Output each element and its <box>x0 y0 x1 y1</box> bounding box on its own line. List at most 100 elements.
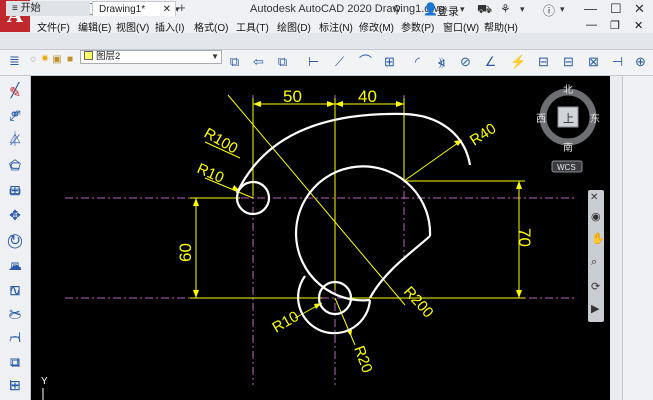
layer-name: 图层2 <box>96 51 121 62</box>
menu-tools[interactable]: 工具(T) <box>236 19 269 34</box>
tab-close-icon[interactable]: ✕ <box>163 2 171 17</box>
viewcube-top-label: 上 <box>563 112 574 125</box>
zoom-extents-icon[interactable]: ⌕ <box>591 256 597 269</box>
menu-modify[interactable]: 修改(M) <box>359 19 394 34</box>
rotate-icon[interactable]: ↻ <box>4 230 26 250</box>
dim-text-r20: R20 <box>350 344 375 376</box>
make-current-layer-icon[interactable]: ⧉ <box>226 53 243 70</box>
arc-r200 <box>369 235 431 299</box>
color-square-icon[interactable]: ■ <box>64 51 76 68</box>
login-dropdown-icon[interactable]: ▾ <box>460 4 465 15</box>
dimension-break-icon[interactable]: ⊣ <box>609 53 626 70</box>
copy-icon[interactable]: ⚭ <box>4 104 26 124</box>
viewcube-east[interactable]: 东 <box>590 112 600 125</box>
tab-drawing1[interactable]: Drawing1* ✕ <box>92 1 176 16</box>
menu-help[interactable]: 帮助(H) <box>484 19 518 34</box>
menu-file[interactable]: 文件(F) <box>37 19 70 34</box>
move-icon[interactable]: ✥ <box>4 205 26 225</box>
dimension-space-icon[interactable]: ⊠ <box>585 53 602 70</box>
tab-menu-icon: ≡ <box>12 3 21 14</box>
nav-close-icon[interactable]: ✕ <box>590 192 598 203</box>
tab-start[interactable]: ≡ 开始 <box>6 1 90 16</box>
orbit-icon[interactable]: ⟳ <box>591 280 600 293</box>
arrow-40-left <box>335 101 343 107</box>
sun-icon[interactable]: ✷ <box>39 51 51 68</box>
jogged-dimension-icon[interactable]: ⦖ <box>433 53 450 70</box>
aligned-dimension-icon[interactable]: ⟋ <box>331 53 348 70</box>
pan-icon[interactable]: ✋ <box>591 232 605 245</box>
join-icon[interactable]: ⊢ <box>4 375 26 395</box>
arrow-60-top <box>193 198 199 206</box>
arc-length-icon[interactable]: ⌒ <box>357 53 374 70</box>
layer-properties-icon[interactable]: ≣ <box>6 52 23 69</box>
dim-text-r200: R200 <box>400 283 437 321</box>
menu-parametric[interactable]: 参数(P) <box>401 19 434 34</box>
doc-minimize-icon[interactable]: — <box>586 19 597 31</box>
help-dropdown-icon[interactable]: ▾ <box>560 4 565 15</box>
mirror-icon[interactable]: ⏃ <box>4 129 26 149</box>
offset-icon[interactable]: ⊂ <box>4 155 26 175</box>
maximize-icon[interactable]: ☐ <box>610 1 622 17</box>
viewcube-west[interactable]: 西 <box>536 114 546 125</box>
arrow-70-bottom <box>516 290 522 298</box>
dim-text-r100: R100 <box>201 125 241 158</box>
dim-text-r10-top: R10 <box>194 160 226 187</box>
viewcube-south[interactable]: 南 <box>563 141 573 154</box>
leader-r20 <box>334 297 356 346</box>
array-icon[interactable]: ⊞ <box>4 180 26 200</box>
menu-format[interactable]: 格式(O) <box>194 19 228 34</box>
connect-icon[interactable]: ⚘ <box>500 2 511 16</box>
modify-toolbar <box>622 76 653 400</box>
extend-icon[interactable]: ⊣ <box>4 327 26 347</box>
layer-match-icon[interactable]: ⧉ <box>274 53 291 70</box>
tolerance-icon[interactable]: ⊕ <box>632 53 649 70</box>
viewcube[interactable]: 上 北 南 西 东 WCS <box>536 84 600 173</box>
light-bulb-icon[interactable]: ◌ <box>27 51 39 68</box>
full-navigation-wheel-icon[interactable]: ◉ <box>591 210 601 223</box>
ucs-y-label: Y <box>41 376 48 387</box>
arc-r20 <box>297 275 372 335</box>
layer-dropdown[interactable]: 图层2 ▼ <box>80 50 222 64</box>
cart-icon[interactable]: ⛟ <box>477 2 492 18</box>
menu-window[interactable]: 窗口(W) <box>443 19 479 34</box>
trim-icon[interactable]: ✂ <box>4 303 26 323</box>
lock-icon[interactable]: ▣ <box>51 51 63 68</box>
help-icon[interactable]: ⓘ <box>543 2 555 19</box>
diameter-dimension-icon[interactable]: ⊘ <box>457 53 474 70</box>
break-icon[interactable]: ⊐ <box>4 351 26 371</box>
erase-icon[interactable]: ✎ <box>4 82 26 102</box>
wcs-label: WCS <box>557 163 576 172</box>
doc-restore-icon[interactable]: ❐ <box>610 19 620 32</box>
login-link[interactable]: 登录 <box>437 3 459 19</box>
quick-dimension-icon[interactable]: ⚡ <box>510 53 527 70</box>
menu-draw[interactable]: 绘图(D) <box>277 19 311 34</box>
menu-insert[interactable]: 插入(I) <box>155 19 184 34</box>
user-icon[interactable]: 👤 <box>423 2 438 16</box>
continue-dimension-icon[interactable]: ⊟ <box>560 53 577 70</box>
menu-edit[interactable]: 编辑(E) <box>78 19 111 34</box>
minimize-icon[interactable]: — <box>584 1 597 16</box>
menu-view[interactable]: 视图(V) <box>116 19 149 34</box>
close-icon[interactable]: ✕ <box>634 1 645 17</box>
arrow-40-right <box>396 101 404 107</box>
radius-dimension-icon[interactable]: ◜ <box>409 53 426 70</box>
layer-previous-icon[interactable]: ⇦ <box>250 53 267 70</box>
scale-icon[interactable]: ⧈ <box>4 255 26 275</box>
drawing-canvas[interactable]: 50 40 60 70 R100 R10 R40 R10 R200 R20 Y … <box>31 76 610 400</box>
ordinate-dimension-icon[interactable]: ⊞ <box>381 53 398 70</box>
dim-text-40: 40 <box>358 87 377 106</box>
doc-close-icon[interactable]: ✕ <box>634 19 643 32</box>
search-icon[interactable]: ⚲ <box>393 3 401 16</box>
viewcube-north[interactable]: 北 <box>563 84 573 96</box>
showmotion-icon[interactable]: ▶ <box>591 302 599 315</box>
baseline-dimension-icon[interactable]: ⊟ <box>535 53 552 70</box>
angular-dimension-icon[interactable]: ∠ <box>482 53 499 70</box>
linear-dimension-icon[interactable]: ⊢ <box>305 53 322 70</box>
stretch-icon[interactable]: ⊡ <box>4 280 26 300</box>
new-tab-button[interactable]: + <box>178 0 186 15</box>
dim-text-60: 60 <box>176 243 195 262</box>
dim-text-r40: R40 <box>467 120 499 149</box>
connect-dropdown-icon[interactable]: ▾ <box>520 4 525 15</box>
menu-dimension[interactable]: 标注(N) <box>319 19 353 34</box>
dim-text-70: 70 <box>515 228 534 247</box>
